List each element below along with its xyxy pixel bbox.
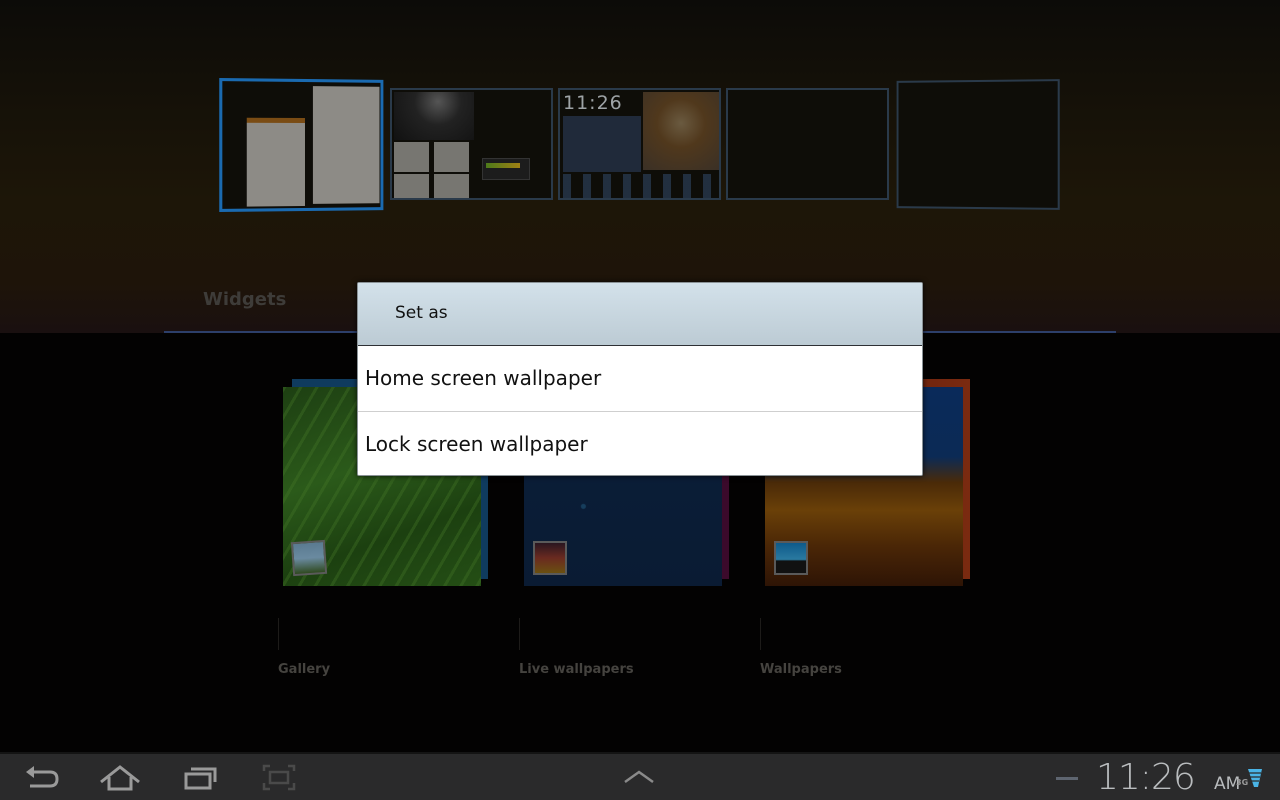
pane-thumbnail-card: [434, 174, 469, 198]
pane-thumbnail-card: [394, 142, 429, 172]
screenshot-button[interactable]: [262, 762, 296, 794]
pane-thumbnail-card: [434, 142, 469, 172]
clock-time: 11:26: [1096, 757, 1196, 798]
pane-thumbnail-weather: [563, 116, 641, 172]
pane-thumbnail-app-icons: [563, 174, 719, 198]
category-label: Gallery: [278, 662, 331, 677]
home-screen-panes: 11:26: [0, 0, 1280, 260]
back-button[interactable]: [22, 762, 62, 794]
gallery-icon: [290, 539, 328, 577]
divider: [278, 618, 279, 650]
home-pane-4[interactable]: [726, 88, 889, 200]
screenshot-icon: [262, 764, 296, 791]
option-label: Home screen wallpaper: [365, 366, 602, 390]
app-tray-button[interactable]: [620, 762, 660, 794]
pane-thumbnail-app: [246, 117, 305, 207]
back-icon: [26, 766, 59, 788]
divider: [760, 618, 761, 650]
recent-apps-icon: [184, 767, 217, 790]
pane-thumbnail-video: [394, 92, 474, 140]
pane-thumbnail-battery-widget: [482, 158, 530, 180]
home-button[interactable]: [98, 762, 142, 794]
home-pane-5[interactable]: [896, 79, 1060, 210]
chevron-up-icon: [624, 770, 654, 784]
status-area[interactable]: 11:26 AM 3G: [1040, 754, 1280, 800]
tab-widgets[interactable]: Widgets: [203, 289, 286, 310]
home-pane-3[interactable]: 11:26: [558, 88, 721, 200]
live-wallpaper-icon: [533, 541, 567, 575]
home-screen-wallpaper-option[interactable]: Home screen wallpaper: [358, 346, 922, 411]
network-type-label: 3G: [1236, 778, 1248, 787]
pane-thumbnail-doc: [312, 86, 380, 204]
minimize-icon: [1056, 777, 1078, 780]
recent-apps-button[interactable]: [182, 762, 220, 794]
home-pane-1[interactable]: [219, 78, 384, 212]
dialog-title: Set as: [395, 303, 448, 323]
signal-3g-icon: 3G: [1236, 769, 1262, 787]
pane-thumbnail-photo: [643, 92, 719, 170]
home-icon: [100, 765, 140, 791]
divider: [519, 618, 520, 650]
category-label: Wallpapers: [760, 662, 842, 677]
set-as-dialog: Set as Home screen wallpaper Lock screen…: [357, 282, 923, 476]
pane-thumbnail-clock: 11:26: [563, 92, 623, 114]
wallpaper-icon: [774, 541, 808, 575]
lock-screen-wallpaper-option[interactable]: Lock screen wallpaper: [358, 411, 922, 475]
system-bar: 11:26 AM 3G: [0, 752, 1280, 800]
option-label: Lock screen wallpaper: [365, 432, 588, 456]
category-label: Live wallpapers: [519, 662, 634, 677]
dialog-header: Set as: [358, 283, 922, 346]
pane-thumbnail-card: [394, 174, 429, 198]
home-pane-2[interactable]: [390, 88, 553, 200]
